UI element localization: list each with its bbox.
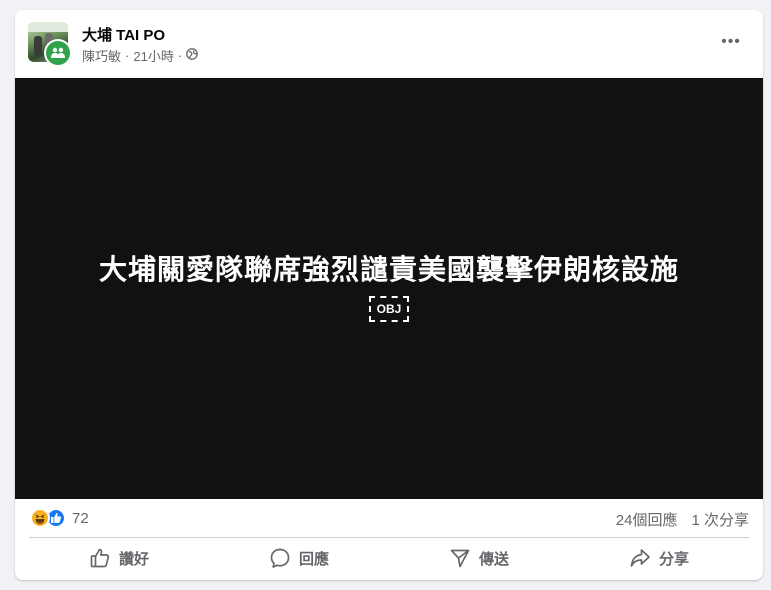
reaction-count: 72 (72, 509, 89, 527)
meta-separator: · (177, 48, 183, 63)
comment-bubble-icon (269, 547, 291, 569)
share-button[interactable]: 分享 (569, 540, 749, 576)
share-arrow-icon (629, 547, 651, 569)
avatar-sky (28, 22, 68, 32)
post-stats: 72 24個回應 1 次分享 (15, 499, 763, 537)
post-meta: 陳巧敏 · 21小時 · (82, 46, 199, 65)
post-timestamp[interactable]: 21小時 (133, 46, 173, 65)
media-headline: 大埔關愛隊聯席強烈譴責美國襲擊伊朗核設施 (98, 253, 679, 286)
author-name[interactable]: 陳巧敏 (82, 46, 121, 65)
comment-label: 回應 (298, 550, 329, 568)
send-button[interactable]: 傳送 (389, 540, 569, 576)
engagement-counts: 24個回應 1 次分享 (616, 509, 749, 530)
post-card: 大埔 TAI PO 陳巧敏 · 21小時 · ••• 大埔關愛隊聯席強烈譴責美國… (15, 10, 763, 580)
divider (29, 537, 749, 538)
obj-placeholder-icon: OBJ (369, 296, 409, 322)
comment-count-link[interactable]: 24個回應 (616, 509, 678, 530)
haha-icon (30, 508, 50, 528)
post-header: 大埔 TAI PO 陳巧敏 · 21小時 · ••• (15, 10, 763, 78)
meta-separator: · (125, 48, 130, 63)
send-icon (449, 547, 471, 569)
avatar-figure (34, 36, 42, 56)
more-options-button[interactable]: ••• (713, 28, 749, 56)
like-label: 讚好 (118, 550, 149, 568)
post-media[interactable]: 大埔關愛隊聯席強烈譴責美國襲擊伊朗核設施 OBJ (15, 78, 763, 499)
group-icon (46, 41, 70, 65)
group-badge[interactable] (44, 39, 72, 67)
like-button[interactable]: 讚好 (29, 540, 209, 576)
post-actions: 讚好 回應 傳送 分享 (29, 540, 749, 576)
globe-icon[interactable] (186, 48, 199, 63)
send-label: 傳送 (478, 550, 509, 568)
share-count-link[interactable]: 1 次分享 (691, 509, 749, 530)
page-name-link[interactable]: 大埔 TAI PO (82, 24, 165, 45)
comment-button[interactable]: 回應 (209, 540, 389, 576)
thumbs-up-icon (89, 547, 111, 569)
reactions-summary[interactable]: 72 (30, 508, 89, 528)
share-label: 分享 (658, 550, 689, 568)
